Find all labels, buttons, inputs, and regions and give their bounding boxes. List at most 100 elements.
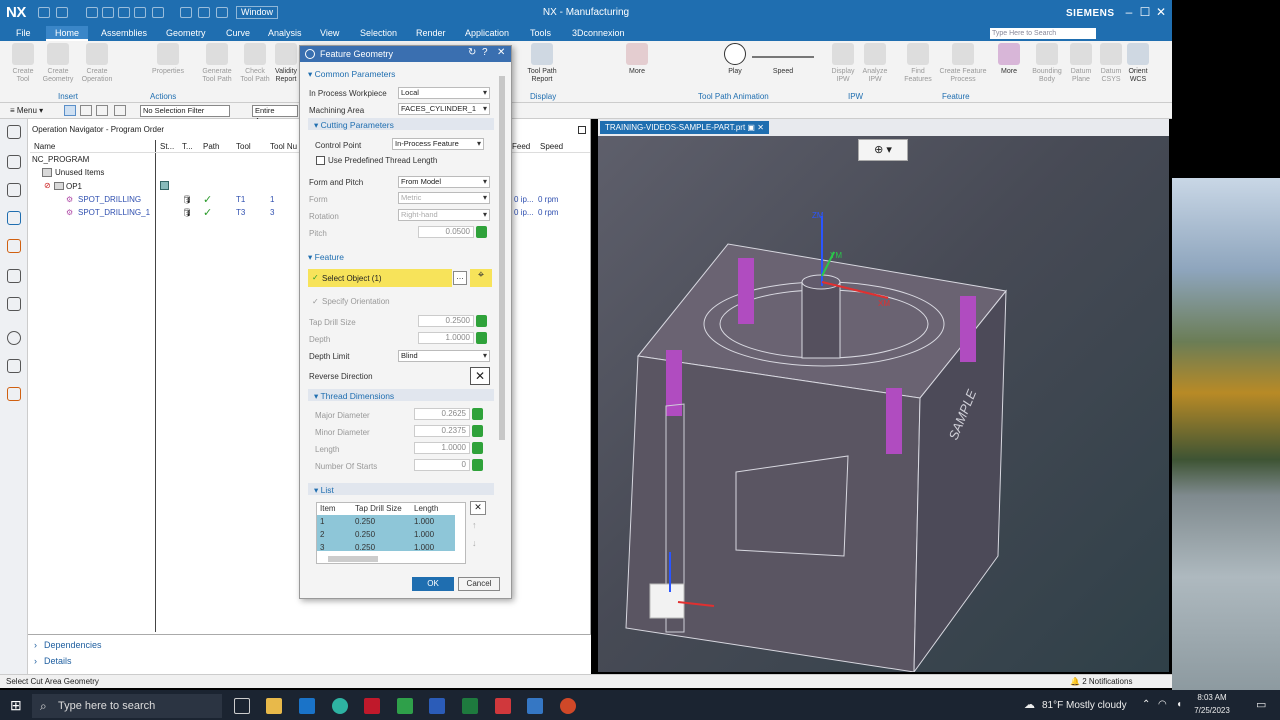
use-thread-checkbox[interactable] <box>316 156 325 165</box>
column-tool-change[interactable]: T... <box>182 142 193 151</box>
length-input[interactable]: 1.0000 <box>414 442 470 454</box>
menu-3dconnexion[interactable]: 3Dconnexion <box>572 28 625 38</box>
analyze-ipw-button[interactable]: Analyze IPW <box>860 43 890 84</box>
section-cutting-parameters[interactable]: ▾ Cutting Parameters <box>314 120 394 131</box>
find-features-button[interactable]: Find Features <box>900 43 936 84</box>
generate-tool-path-button[interactable]: Generate Tool Path <box>198 43 236 84</box>
form-dropdown[interactable]: Metric <box>398 192 490 204</box>
list-row-length[interactable]: 1.000 <box>414 543 434 552</box>
ellipsis-icon[interactable]: … <box>453 271 467 285</box>
control-point-dropdown[interactable]: In-Process Feature <box>392 138 484 150</box>
filter-icon[interactable] <box>64 105 76 116</box>
major-diameter-input[interactable]: 0.2625 <box>414 408 470 420</box>
maximize-panel-icon[interactable] <box>578 126 586 134</box>
create-tool-button[interactable]: Create Tool <box>6 43 40 84</box>
menu-button[interactable]: ≡ Menu ▾ <box>10 106 43 115</box>
section-list[interactable]: ▾ List <box>314 485 334 496</box>
filter-icon[interactable] <box>96 105 108 116</box>
list-header[interactable] <box>308 483 494 495</box>
tap-drill-input[interactable]: 0.2500 <box>418 315 474 327</box>
reverse-direction-icon[interactable]: ✕ <box>470 367 490 385</box>
machine-tool-icon[interactable] <box>7 239 21 253</box>
menu-home[interactable]: Home <box>46 26 89 41</box>
notifications[interactable]: 🔔 2 Notifications <box>1070 677 1132 686</box>
selection-scope-dropdown[interactable]: Entire Assem <box>252 105 298 125</box>
create-operation-button[interactable]: Create Operation <box>78 43 116 84</box>
windows-start-icon[interactable]: ⊞ <box>10 697 22 714</box>
weather-text[interactable]: 81°F Mostly cloudy <box>1042 700 1127 711</box>
tree-spot-drilling-1[interactable]: SPOT_DRILLING_1 <box>78 208 150 217</box>
machining-feature-icon[interactable] <box>7 269 21 283</box>
create-geometry-button[interactable]: Create Geometry <box>40 43 76 84</box>
search-input[interactable]: Type Here to Search <box>990 28 1096 39</box>
assembly-navigator-icon[interactable] <box>7 183 21 197</box>
check-tool-path-button[interactable]: Check Tool Path <box>238 43 272 84</box>
speed-slider[interactable]: Speed <box>752 43 814 76</box>
machining-area-dropdown[interactable]: FACES_CYLINDER_1 <box>398 103 490 115</box>
display-ipw-button[interactable]: Display IPW <box>826 43 860 84</box>
lock-icon[interactable] <box>472 459 483 471</box>
lock-icon[interactable] <box>476 332 487 344</box>
list-row-item[interactable]: 3 <box>320 543 324 552</box>
move-down-icon[interactable]: ↓ <box>472 538 477 548</box>
list-row-item[interactable]: 2 <box>320 530 324 539</box>
ok-button[interactable]: OK <box>412 577 454 591</box>
column-feed[interactable]: Feed <box>512 142 530 151</box>
crosshair-icon[interactable]: ⌖ <box>470 269 492 287</box>
menu-analysis[interactable]: Analysis <box>268 28 302 38</box>
menu-geometry[interactable]: Geometry <box>166 28 206 38</box>
section-thread-dimensions[interactable]: ▾ Thread Dimensions <box>314 391 394 402</box>
roles-icon[interactable] <box>7 387 21 401</box>
list-row-item[interactable]: 1 <box>320 517 324 526</box>
more-display-button[interactable]: More <box>624 43 650 76</box>
chevron-up-icon[interactable]: ⌃ <box>1142 699 1150 710</box>
history-icon[interactable] <box>7 331 21 345</box>
create-feature-process-button[interactable]: Create Feature Process <box>936 43 990 84</box>
weather-icon[interactable]: ☁ <box>1024 698 1035 711</box>
lock-icon[interactable] <box>476 315 487 327</box>
part-tab[interactable]: TRAINING-VIDEOS-SAMPLE-PART.prt ▣ ✕ <box>600 121 769 134</box>
expand-icon[interactable]: › <box>34 656 37 666</box>
tree-unused-items[interactable]: Unused Items <box>55 168 104 177</box>
app-icon[interactable] <box>397 698 413 714</box>
list-scrollbar[interactable] <box>328 556 378 562</box>
jetbrains-icon[interactable] <box>495 698 511 714</box>
remove-icon[interactable]: ✕ <box>470 501 486 515</box>
list-row-length[interactable]: 1.000 <box>414 517 434 526</box>
depth-limit-dropdown[interactable]: Blind <box>398 350 490 362</box>
lock-icon[interactable] <box>476 226 487 238</box>
excel-icon[interactable] <box>462 698 478 714</box>
form-pitch-dropdown[interactable]: From Model <box>398 176 490 188</box>
lock-icon[interactable] <box>472 408 483 420</box>
file-explorer-icon[interactable] <box>266 698 282 714</box>
task-view-icon[interactable] <box>234 698 250 714</box>
list-row-tap-drill[interactable]: 0.250 <box>355 517 375 526</box>
details-panel[interactable]: Details <box>44 656 72 666</box>
column-name[interactable]: Name <box>34 142 55 151</box>
dependencies-panel[interactable]: Dependencies <box>44 640 102 650</box>
tab-pin-icon[interactable]: ▣ <box>747 123 755 132</box>
outlook-icon[interactable] <box>299 698 315 714</box>
section-feature[interactable]: ▾ Feature <box>308 252 344 263</box>
column-status[interactable]: St... <box>160 142 174 151</box>
move-up-icon[interactable]: ↑ <box>472 520 477 530</box>
list-row-tap-drill[interactable]: 0.250 <box>355 530 375 539</box>
column-tool[interactable]: Tool <box>236 142 251 151</box>
in-process-workpiece-dropdown[interactable]: Local <box>398 87 490 99</box>
dialog-scrollbar[interactable] <box>499 76 505 440</box>
edge-icon[interactable] <box>332 698 348 714</box>
dialog-close-icon[interactable]: ✕ <box>497 47 505 58</box>
minimize-icon[interactable]: – <box>1122 4 1136 20</box>
settings-icon[interactable] <box>7 125 21 139</box>
lock-icon[interactable] <box>472 442 483 454</box>
list-row-tap-drill[interactable]: 0.250 <box>355 543 375 552</box>
column-path[interactable]: Path <box>203 142 219 151</box>
menu-selection[interactable]: Selection <box>360 28 397 38</box>
tree-op1[interactable]: OP1 <box>66 182 82 191</box>
expand-icon[interactable]: › <box>34 640 37 650</box>
word-icon[interactable] <box>429 698 445 714</box>
maximize-icon[interactable]: ☐ <box>1138 4 1152 20</box>
column-speed[interactable]: Speed <box>540 142 563 151</box>
more-feature-button[interactable]: More <box>996 43 1022 76</box>
list-row-length[interactable]: 1.000 <box>414 530 434 539</box>
